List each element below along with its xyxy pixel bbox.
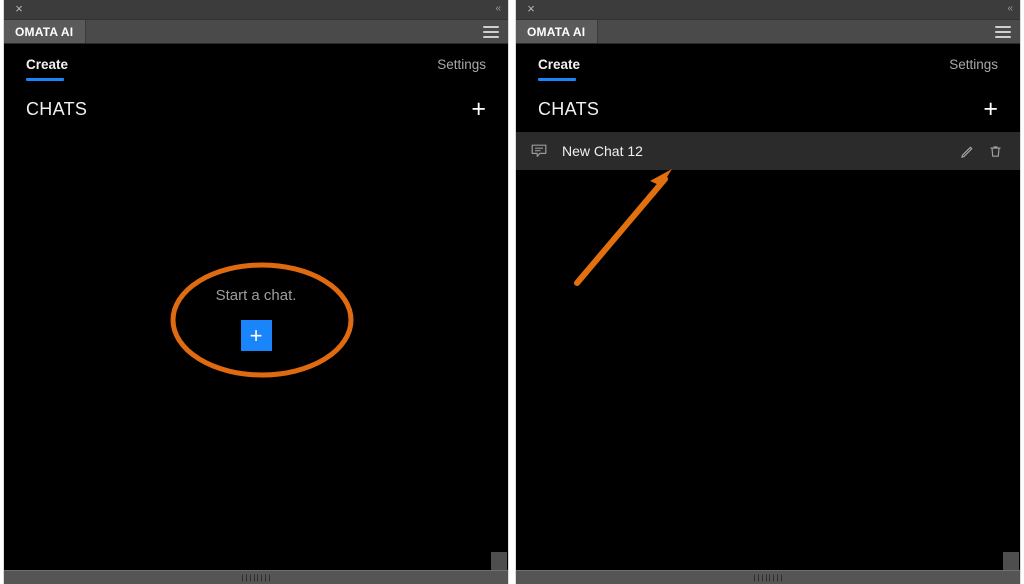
resize-grip-handle[interactable] bbox=[754, 574, 782, 581]
screenshot-stage: × « OMATA AI Create Settings CHATS + Sta… bbox=[0, 0, 1024, 584]
delete-chat-icon[interactable] bbox=[984, 140, 1006, 162]
collapse-chevrons-icon[interactable]: « bbox=[1007, 3, 1012, 15]
chats-section-title: CHATS bbox=[538, 99, 600, 119]
nav-create-wrap: Create bbox=[26, 44, 68, 81]
tab-settings[interactable]: Settings bbox=[437, 44, 486, 72]
tab-create[interactable]: Create bbox=[26, 57, 68, 72]
resize-corner-handle[interactable] bbox=[491, 552, 507, 570]
app-body-right: Create Settings CHATS + New Chat 12 bbox=[516, 44, 1020, 584]
chat-bubble-icon bbox=[530, 142, 548, 160]
new-chat-button[interactable]: + bbox=[469, 97, 488, 122]
titlebar-right: × « bbox=[516, 0, 1020, 20]
new-chat-button[interactable]: + bbox=[981, 97, 1000, 122]
collapse-chevrons-icon[interactable]: « bbox=[495, 3, 500, 15]
empty-state-message: Start a chat. bbox=[215, 287, 297, 304]
tabbar-right: OMATA AI bbox=[516, 20, 1020, 44]
tab-omata-ai[interactable]: OMATA AI bbox=[4, 20, 87, 43]
close-icon[interactable]: × bbox=[12, 2, 26, 16]
active-tab-underline bbox=[538, 78, 576, 81]
active-tab-underline bbox=[26, 78, 64, 81]
hamburger-icon[interactable] bbox=[483, 25, 499, 38]
tabbar-left: OMATA AI bbox=[4, 20, 508, 44]
edit-chat-icon[interactable] bbox=[956, 140, 978, 162]
panel-right: × « OMATA AI Create Settings CHATS + New… bbox=[515, 0, 1021, 584]
chat-list-item[interactable]: New Chat 12 bbox=[516, 132, 1020, 170]
app-body-left: Create Settings CHATS + Start a chat. + bbox=[4, 44, 508, 584]
nav-row-right: Create Settings bbox=[516, 44, 1020, 86]
titlebar-left: × « bbox=[4, 0, 508, 20]
chat-item-title: New Chat 12 bbox=[562, 143, 643, 159]
nav-create-wrap: Create bbox=[538, 44, 580, 81]
resize-corner-handle[interactable] bbox=[1003, 552, 1019, 570]
start-chat-button[interactable]: + bbox=[240, 320, 272, 351]
resize-grip-handle[interactable] bbox=[242, 574, 270, 581]
tab-settings[interactable]: Settings bbox=[949, 44, 998, 72]
tab-create[interactable]: Create bbox=[538, 57, 580, 72]
empty-state: Start a chat. + bbox=[4, 287, 508, 351]
nav-row-left: Create Settings bbox=[4, 44, 508, 86]
chats-header-left: CHATS + bbox=[4, 86, 508, 132]
chats-header-right: CHATS + bbox=[516, 86, 1020, 132]
statusbar-right bbox=[516, 552, 1020, 584]
tab-omata-ai[interactable]: OMATA AI bbox=[516, 20, 599, 43]
hamburger-icon[interactable] bbox=[995, 25, 1011, 38]
chats-section-title: CHATS bbox=[26, 99, 88, 119]
close-icon[interactable]: × bbox=[524, 2, 538, 16]
statusbar-left bbox=[4, 552, 508, 584]
chats-list-left: Start a chat. + bbox=[4, 132, 508, 570]
chats-list-right: New Chat 12 bbox=[516, 132, 1020, 570]
panel-left: × « OMATA AI Create Settings CHATS + Sta… bbox=[3, 0, 509, 584]
